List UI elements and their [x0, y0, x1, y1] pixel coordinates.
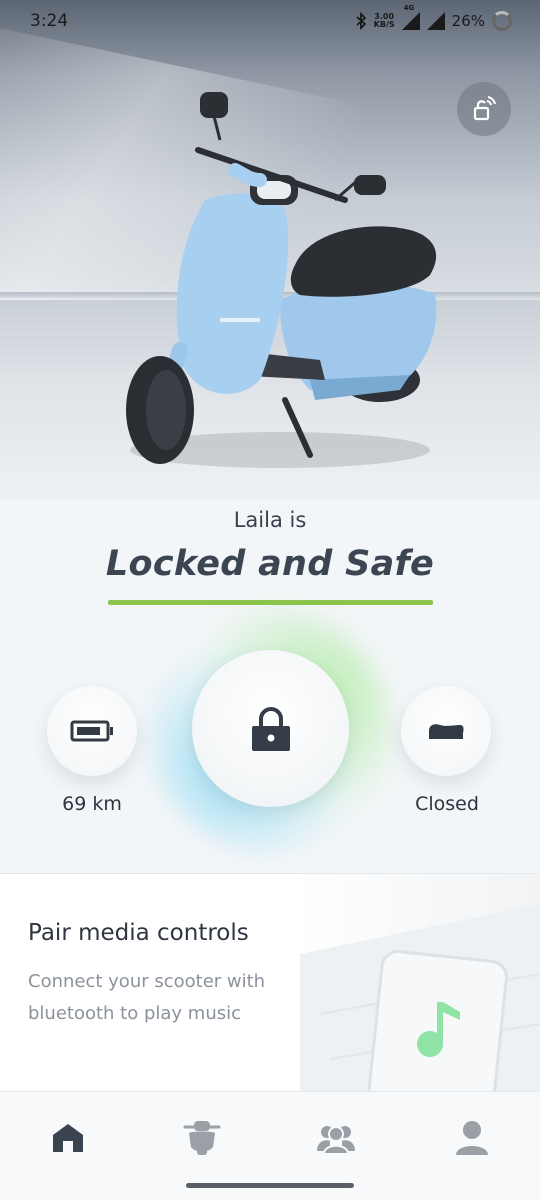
seat-icon	[429, 724, 464, 739]
status-icons: 3.00 KB/S 4G 26%	[355, 4, 512, 31]
community-icon	[317, 1126, 355, 1155]
bluetooth-icon	[356, 12, 366, 30]
scooter-image	[126, 92, 437, 468]
status-bar: 3:24 3.00 KB/S 4G 26%	[0, 0, 540, 42]
net-speed: 3.00 KB/S	[374, 13, 395, 29]
battery-percent: 26%	[451, 12, 485, 30]
signal-icon	[401, 12, 420, 30]
lock-status-title: Locked and Safe	[105, 544, 435, 584]
nav-scooter[interactable]	[180, 1116, 224, 1160]
range-label: 69 km	[62, 793, 122, 815]
lock-toggle-button[interactable]	[192, 650, 349, 807]
padlock-icon	[251, 706, 290, 751]
home-icon	[53, 1124, 83, 1152]
card-title: Pair media controls	[28, 920, 249, 946]
gesture-bar	[186, 1183, 354, 1188]
battery-ring-icon	[492, 11, 512, 31]
scooter-icon	[183, 1121, 221, 1155]
network-type: 4G	[403, 4, 415, 12]
nav-profile[interactable]	[450, 1116, 494, 1160]
profile-icon	[456, 1121, 488, 1155]
seat-status-label: Closed	[415, 793, 479, 815]
range-button[interactable]	[47, 686, 137, 776]
status-underline	[108, 600, 433, 605]
battery-icon	[70, 720, 113, 742]
pair-media-card[interactable]: Pair media controls Connect your scooter…	[0, 873, 540, 1091]
card-description: Connect your scooter with bluetooth to p…	[28, 971, 266, 1024]
remote-lock-button[interactable]	[457, 82, 511, 136]
signal-icon-2	[426, 12, 445, 30]
seat-button[interactable]	[401, 686, 491, 776]
phone-illustration	[300, 904, 540, 1091]
nav-home[interactable]	[46, 1116, 90, 1160]
nav-community[interactable]	[314, 1116, 358, 1160]
net-speed-unit: KB/S	[373, 20, 395, 29]
lock-signal-icon	[473, 96, 496, 121]
owner-status-line: Laila is	[233, 508, 307, 532]
status-time: 3:24	[30, 11, 69, 31]
